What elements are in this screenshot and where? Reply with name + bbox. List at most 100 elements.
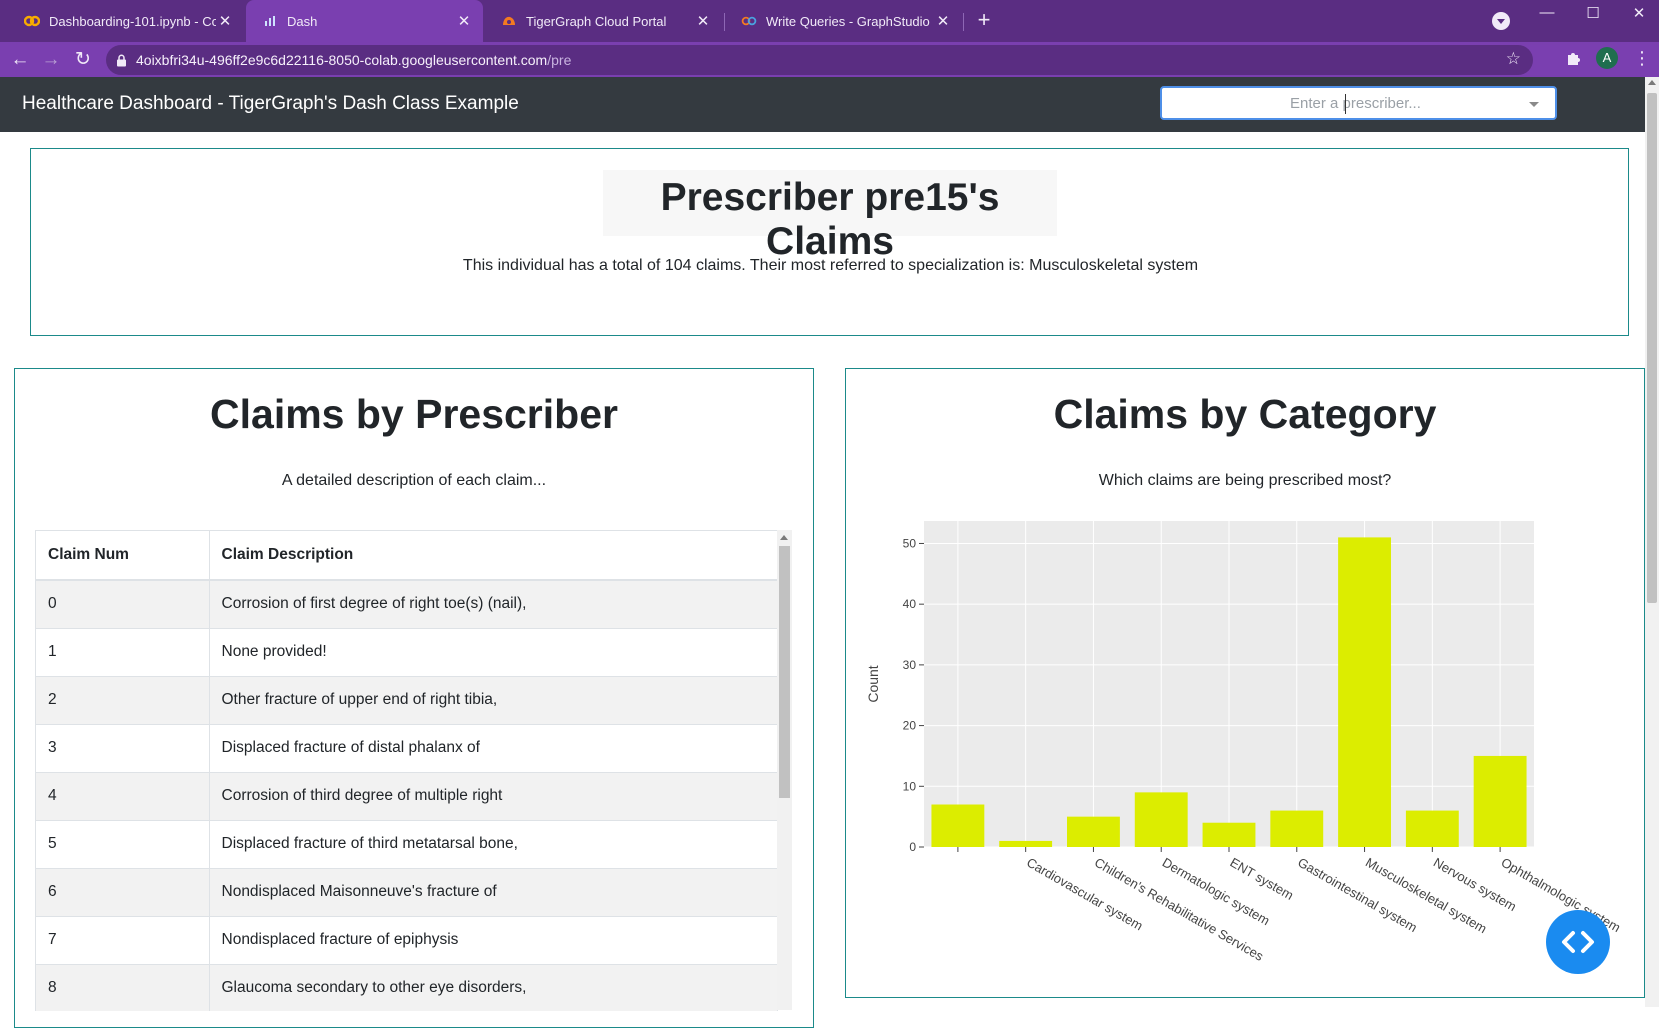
claims-by-prescriber-card: Claims by Prescriber A detailed descript…	[14, 368, 814, 1028]
x-tick-label: Cardiovascular system	[1024, 855, 1145, 934]
tab-label: Dashboarding-101.ipynb - Colab	[49, 13, 216, 29]
dash-icon	[262, 13, 278, 29]
claims-card-subtitle: A detailed description of each claim...	[281, 472, 547, 489]
bar[interactable]	[1473, 755, 1527, 847]
claims-table-container: Claim Num Claim Description 0 Corrosion o…	[35, 530, 778, 1011]
tab-graphstudio[interactable]: Write Queries - GraphStudio ✕	[725, 0, 962, 42]
claim-description-cell: None provided!	[209, 628, 778, 677]
browser-tabstrip: Dashboarding-101.ipynb - Colab ✕ Dash ✕ …	[0, 0, 1659, 42]
column-header-claim-description[interactable]: Claim Description	[209, 531, 778, 581]
table-row[interactable]: 0 Corrosion of first degree of right toe(…	[36, 580, 778, 629]
claim-description-cell: Corrosion of third degree of multiple ri…	[209, 772, 778, 821]
table-row[interactable]: 3 Displaced fracture of distal phalanx of	[36, 724, 778, 773]
table-row[interactable]: 5 Displaced fracture of third metatarsal …	[36, 820, 778, 869]
lock-icon[interactable]	[106, 54, 136, 67]
forward-icon[interactable]: →	[38, 47, 64, 73]
profile-avatar[interactable]: A	[1596, 47, 1618, 69]
claim-num-cell: 0	[36, 580, 210, 629]
x-tick-label: Gastrointestinal system	[1295, 855, 1420, 936]
bar[interactable]	[1338, 537, 1391, 847]
bar[interactable]	[1405, 810, 1459, 847]
prescriber-placeholder: Enter a prescriber...	[1290, 95, 1421, 112]
scroll-up-arrow-icon[interactable]	[780, 535, 788, 540]
x-tick-label: Musculoskeletal system	[1363, 855, 1489, 937]
back-icon[interactable]: ←	[7, 47, 33, 73]
code-brackets-icon	[1562, 931, 1594, 953]
tab-label: Write Queries - GraphStudio	[766, 13, 930, 29]
app-navbar: Healthcare Dashboard - TigerGraph's Dash…	[0, 77, 1645, 132]
table-row[interactable]: 4 Corrosion of third degree of multiple r…	[36, 772, 778, 821]
claim-description-cell: Nondisplaced fracture of epiphysis	[209, 916, 778, 965]
claim-num-cell: 4	[36, 772, 210, 821]
y-tick-label: 30	[903, 658, 917, 672]
bookmark-star-icon[interactable]: ☆	[1506, 49, 1521, 69]
tab-separator	[963, 13, 964, 31]
app-title: Healthcare Dashboard - TigerGraph's Dash…	[22, 93, 519, 114]
table-scrollbar-thumb[interactable]	[779, 546, 790, 798]
category-card-subtitle: Which claims are being prescribed most?	[1098, 472, 1392, 489]
y-tick-label: 20	[903, 719, 917, 733]
summary-text: This individual has a total of 104 claim…	[462, 257, 1199, 274]
table-scrollbar[interactable]	[777, 530, 792, 1010]
scroll-up-arrow-icon[interactable]	[1648, 80, 1656, 85]
close-tab-icon[interactable]: ✕	[455, 12, 473, 30]
tab-dash[interactable]: Dash ✕	[246, 0, 483, 42]
url-path: /pre	[547, 52, 572, 68]
tab-colab[interactable]: Dashboarding-101.ipynb - Colab ✕	[8, 0, 244, 42]
table-row[interactable]: 2 Other fracture of upper end of right ti…	[36, 676, 778, 725]
reload-icon[interactable]: ↻	[70, 47, 96, 73]
close-tab-icon[interactable]: ✕	[694, 12, 712, 30]
summary-title-box: Prescriber pre15's Claims	[603, 170, 1057, 263]
close-tab-icon[interactable]: ✕	[934, 12, 952, 30]
table-row[interactable]: 8 Glaucoma secondary to other eye disorde…	[36, 964, 778, 1011]
tab-label: Dash	[287, 13, 318, 29]
claims-table: Claim Num Claim Description 0 Corrosion o…	[36, 531, 778, 1011]
claim-description-cell: Other fracture of upper end of right tib…	[209, 676, 778, 725]
claim-description-cell: Nondisplaced Maisonneuve's fracture of	[209, 868, 778, 917]
dash-devtools-button[interactable]	[1546, 910, 1610, 974]
category-card-title: Claims by Category	[1053, 391, 1437, 437]
claim-description-cell: Displaced fracture of third metatarsal b…	[209, 820, 778, 869]
y-tick-label: 10	[903, 779, 917, 793]
y-tick-label: 50	[903, 536, 917, 550]
prescriber-summary-card: Prescriber pre15's Claims This individua…	[30, 148, 1629, 336]
summary-title: Prescriber pre15's Claims	[660, 176, 1000, 263]
new-tab-button[interactable]: +	[972, 9, 996, 33]
claim-num-cell: 8	[36, 964, 210, 1011]
bar[interactable]	[999, 840, 1053, 847]
text-cursor	[1345, 94, 1346, 114]
table-row[interactable]: 6 Nondisplaced Maisonneuve's fracture of	[36, 868, 778, 917]
browser-menu-icon[interactable]: ⋮	[1633, 48, 1651, 69]
page-scrollbar-thumb[interactable]	[1647, 93, 1657, 603]
close-tab-icon[interactable]: ✕	[216, 12, 234, 30]
tab-search-icon[interactable]	[1492, 12, 1510, 30]
claims-card-title: Claims by Prescriber	[210, 391, 618, 437]
maximize-icon[interactable]: ☐	[1578, 4, 1608, 22]
minimize-icon[interactable]: —	[1532, 4, 1562, 21]
url-host: 4oixbfri34u-496ff2e9c6d22116-8050-colab.…	[136, 52, 548, 68]
claims-by-category-chart[interactable]: 01020304050Cardiovascular systemChildren…	[846, 509, 1644, 979]
extensions-puzzle-icon[interactable]	[1565, 50, 1582, 72]
prescriber-dropdown[interactable]: Enter a prescriber...	[1160, 86, 1557, 120]
tigergraph-icon	[501, 13, 517, 29]
claims-by-category-card: Claims by Category Which claims are bein…	[845, 368, 1645, 998]
page-scrollbar[interactable]	[1645, 77, 1659, 1007]
close-window-icon[interactable]: ✕	[1624, 4, 1654, 22]
colab-icon	[24, 13, 40, 29]
column-header-claim-num[interactable]: Claim Num	[36, 531, 210, 581]
table-row[interactable]: 1 None provided!	[36, 628, 778, 677]
bar[interactable]	[1202, 822, 1256, 847]
chevron-down-icon[interactable]	[1529, 102, 1539, 107]
bar[interactable]	[931, 804, 985, 847]
claim-num-cell: 7	[36, 916, 210, 965]
tab-tigergraph-cloud[interactable]: TigerGraph Cloud Portal ✕	[485, 0, 722, 42]
claim-num-cell: 2	[36, 676, 210, 725]
bar[interactable]	[1067, 816, 1120, 847]
table-header-row: Claim Num Claim Description	[36, 531, 778, 581]
claim-num-cell: 6	[36, 868, 210, 917]
table-row[interactable]: 7 Nondisplaced fracture of epiphysis	[36, 916, 778, 965]
address-bar[interactable]: 4oixbfri34u-496ff2e9c6d22116-8050-colab.…	[106, 45, 1533, 75]
bar[interactable]	[1134, 792, 1188, 847]
claim-description-cell: Displaced fracture of distal phalanx of	[209, 724, 778, 773]
bar[interactable]	[1270, 810, 1324, 847]
